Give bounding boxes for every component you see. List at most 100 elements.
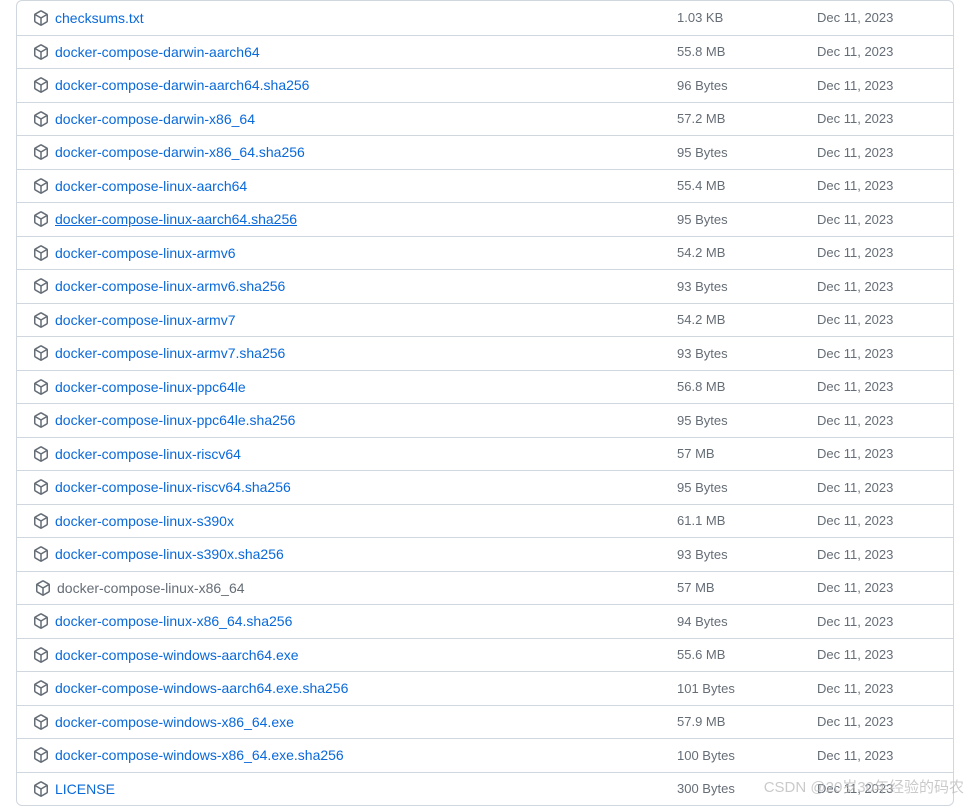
asset-size: 57.9 MB [677, 714, 817, 729]
asset-size: 54.2 MB [677, 245, 817, 260]
asset-download-link[interactable]: docker-compose-darwin-aarch64 [33, 44, 260, 60]
asset-name-cell: docker-compose-linux-riscv64 [33, 446, 677, 462]
asset-date: Dec 11, 2023 [817, 446, 937, 461]
asset-size: 57.2 MB [677, 111, 817, 126]
asset-date: Dec 11, 2023 [817, 413, 937, 428]
package-icon [33, 211, 49, 227]
package-icon [33, 613, 49, 629]
asset-date: Dec 11, 2023 [817, 111, 937, 126]
asset-download-link[interactable]: docker-compose-windows-x86_64.exe [33, 714, 294, 730]
asset-filename: docker-compose-darwin-x86_64.sha256 [55, 144, 305, 160]
package-icon [33, 412, 49, 428]
asset-size: 96 Bytes [677, 78, 817, 93]
package-icon [33, 245, 49, 261]
asset-download-link[interactable]: docker-compose-linux-armv6.sha256 [33, 278, 285, 294]
asset-download-link[interactable]: docker-compose-linux-aarch64 [33, 178, 247, 194]
asset-size: 300 Bytes [677, 781, 817, 796]
package-icon [35, 580, 51, 596]
asset-name-cell: docker-compose-linux-ppc64le [33, 379, 677, 395]
asset-date: Dec 11, 2023 [817, 78, 937, 93]
asset-name-cell: docker-compose-linux-ppc64le.sha256 [33, 412, 677, 428]
package-icon [33, 546, 49, 562]
asset-row: docker-compose-linux-ppc64le56.8 MBDec 1… [17, 370, 953, 404]
package-icon [33, 747, 49, 763]
asset-download-link[interactable]: docker-compose-darwin-x86_64 [33, 111, 255, 127]
asset-name-cell: docker-compose-darwin-aarch64 [33, 44, 677, 60]
asset-row: docker-compose-linux-armv754.2 MBDec 11,… [17, 303, 953, 337]
asset-download-link[interactable]: docker-compose-linux-riscv64 [33, 446, 241, 462]
asset-name-cell: docker-compose-darwin-x86_64 [33, 111, 677, 127]
asset-size: 95 Bytes [677, 480, 817, 495]
asset-download-link[interactable]: docker-compose-linux-ppc64le [33, 379, 246, 395]
package-icon [33, 178, 49, 194]
asset-download-link[interactable]: docker-compose-linux-x86_64 [33, 578, 247, 598]
asset-row: docker-compose-darwin-x86_64 57.2 MBDec 1… [17, 102, 953, 136]
asset-filename: docker-compose-linux-armv7.sha256 [55, 345, 285, 361]
asset-row: docker-compose-linux-riscv6457 MBDec 11,… [17, 437, 953, 471]
asset-filename: docker-compose-linux-aarch64.sha256 [55, 211, 297, 227]
asset-download-link[interactable]: docker-compose-linux-aarch64.sha256 [33, 211, 297, 227]
asset-download-link[interactable]: docker-compose-darwin-aarch64.sha256 [33, 77, 309, 93]
asset-row: docker-compose-darwin-x86_64.sha25695 By… [17, 135, 953, 169]
asset-size: 55.4 MB [677, 178, 817, 193]
asset-size: 95 Bytes [677, 212, 817, 227]
asset-date: Dec 11, 2023 [817, 44, 937, 59]
asset-download-link[interactable]: docker-compose-linux-s390x.sha256 [33, 546, 284, 562]
asset-row: checksums.txt1.03 KBDec 11, 2023 [17, 1, 953, 35]
highlight-box: docker-compose-linux-x86_64 [33, 578, 247, 598]
asset-row: LICENSE 300 BytesDec 11, 2023 [17, 772, 953, 806]
asset-size: 93 Bytes [677, 279, 817, 294]
asset-download-link[interactable]: docker-compose-linux-armv7.sha256 [33, 345, 285, 361]
asset-size: 93 Bytes [677, 346, 817, 361]
asset-name-cell: docker-compose-windows-aarch64.exe.sha25… [33, 680, 677, 696]
asset-size: 61.1 MB [677, 513, 817, 528]
package-icon [33, 714, 49, 730]
asset-name-cell: docker-compose-windows-x86_64.exe.sha256 [33, 747, 677, 763]
asset-date: Dec 11, 2023 [817, 212, 937, 227]
asset-download-link[interactable]: LICENSE [33, 781, 115, 797]
asset-row: docker-compose-linux-aarch64.sha256 95 By… [17, 202, 953, 236]
asset-name-cell: docker-compose-linux-armv6.sha256 [33, 278, 677, 294]
asset-filename: LICENSE [55, 781, 115, 797]
asset-row: docker-compose-linux-riscv64.sha256 95 By… [17, 470, 953, 504]
package-icon [33, 111, 49, 127]
asset-filename: docker-compose-darwin-aarch64 [55, 44, 260, 60]
asset-download-link[interactable]: docker-compose-windows-x86_64.exe.sha256 [33, 747, 344, 763]
asset-name-cell: docker-compose-linux-s390x [33, 513, 677, 529]
asset-row: docker-compose-windows-aarch64.exe55.6 M… [17, 638, 953, 672]
assets-list: checksums.txt1.03 KBDec 11, 2023 docker-c… [16, 0, 954, 806]
asset-size: 93 Bytes [677, 547, 817, 562]
asset-filename: docker-compose-windows-x86_64.exe [55, 714, 294, 730]
asset-download-link[interactable]: checksums.txt [33, 10, 144, 26]
asset-name-cell: docker-compose-linux-armv7.sha256 [33, 345, 677, 361]
asset-download-link[interactable]: docker-compose-darwin-x86_64.sha256 [33, 144, 305, 160]
asset-size: 95 Bytes [677, 413, 817, 428]
asset-size: 54.2 MB [677, 312, 817, 327]
asset-download-link[interactable]: docker-compose-windows-aarch64.exe [33, 647, 299, 663]
asset-row: docker-compose-linux-s390x61.1 MBDec 11,… [17, 504, 953, 538]
asset-name-cell: docker-compose-linux-armv7 [33, 312, 677, 328]
asset-name-cell: checksums.txt [33, 10, 677, 26]
asset-download-link[interactable]: docker-compose-linux-s390x [33, 513, 234, 529]
asset-date: Dec 11, 2023 [817, 781, 937, 796]
asset-download-link[interactable]: docker-compose-linux-x86_64.sha256 [33, 613, 292, 629]
asset-date: Dec 11, 2023 [817, 681, 937, 696]
asset-date: Dec 11, 2023 [817, 178, 937, 193]
asset-download-link[interactable]: docker-compose-linux-ppc64le.sha256 [33, 412, 295, 428]
asset-date: Dec 11, 2023 [817, 714, 937, 729]
asset-name-cell: docker-compose-linux-aarch64.sha256 [33, 211, 677, 227]
asset-date: Dec 11, 2023 [817, 145, 937, 160]
asset-filename: docker-compose-linux-ppc64le [55, 379, 246, 395]
asset-size: 100 Bytes [677, 748, 817, 763]
asset-filename: docker-compose-linux-armv7 [55, 312, 236, 328]
asset-size: 56.8 MB [677, 379, 817, 394]
asset-download-link[interactable]: docker-compose-linux-armv7 [33, 312, 236, 328]
asset-download-link[interactable]: docker-compose-linux-riscv64.sha256 [33, 479, 291, 495]
asset-download-link[interactable]: docker-compose-linux-armv6 [33, 245, 236, 261]
asset-row: docker-compose-darwin-aarch64.sha256 96 B… [17, 68, 953, 102]
asset-size: 57 MB [677, 580, 817, 595]
package-icon [33, 479, 49, 495]
asset-filename: docker-compose-windows-aarch64.exe [55, 647, 299, 663]
asset-download-link[interactable]: docker-compose-windows-aarch64.exe.sha25… [33, 680, 348, 696]
asset-row: docker-compose-windows-x86_64.exe.sha256… [17, 738, 953, 772]
